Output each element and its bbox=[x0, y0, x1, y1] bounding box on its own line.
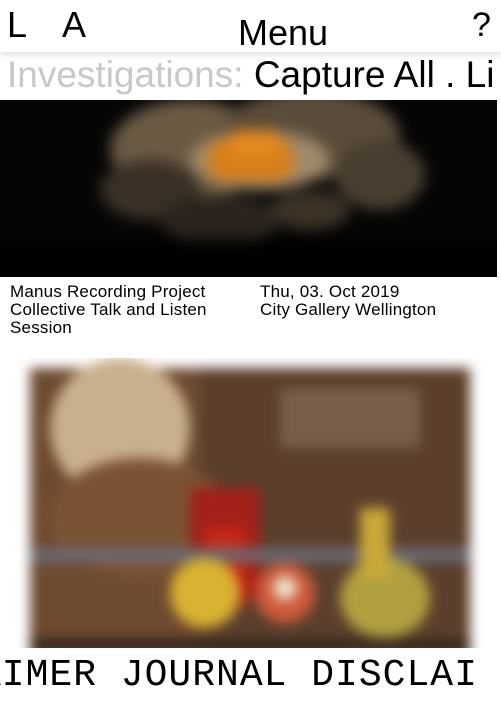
event-date: Thu, 03. Oct 2019 bbox=[260, 282, 400, 301]
footer-ticker[interactable]: AIMER JOURNAL DISCLAI bbox=[0, 648, 501, 702]
nav-a-link[interactable]: A bbox=[62, 4, 86, 46]
event-details: Thu, 03. Oct 2019 City Gallery Wellingto… bbox=[260, 283, 500, 319]
scroll-edge bbox=[497, 100, 501, 648]
blurred-photo-2 bbox=[0, 358, 501, 648]
help-button[interactable]: ? bbox=[472, 4, 491, 46]
breadcrumb: Investigations: Capture All . Li bbox=[0, 52, 501, 98]
event-title-line-1: Manus Recording Project bbox=[10, 282, 206, 301]
event-title-line-3: Session bbox=[10, 318, 72, 337]
event-venue: City Gallery Wellington bbox=[260, 300, 437, 319]
disclaimer-ticker-text: AIMER JOURNAL DISCLAI bbox=[0, 654, 478, 697]
breadcrumb-section[interactable]: Investigations: bbox=[0, 54, 244, 95]
menu-button[interactable]: Menu bbox=[238, 12, 328, 54]
event-image-2-blurred[interactable] bbox=[0, 358, 501, 648]
event-title-line-2: Collective Talk and Listen bbox=[10, 300, 207, 319]
event-title[interactable]: Manus Recording Project Collective Talk … bbox=[10, 283, 250, 337]
event-image-blurred[interactable] bbox=[0, 100, 501, 277]
top-bar: L A Menu ? bbox=[0, 0, 501, 54]
nav-l-link[interactable]: L bbox=[7, 4, 27, 46]
breadcrumb-current[interactable]: Capture All . Li bbox=[254, 54, 495, 95]
blurred-photo-1 bbox=[0, 100, 501, 277]
